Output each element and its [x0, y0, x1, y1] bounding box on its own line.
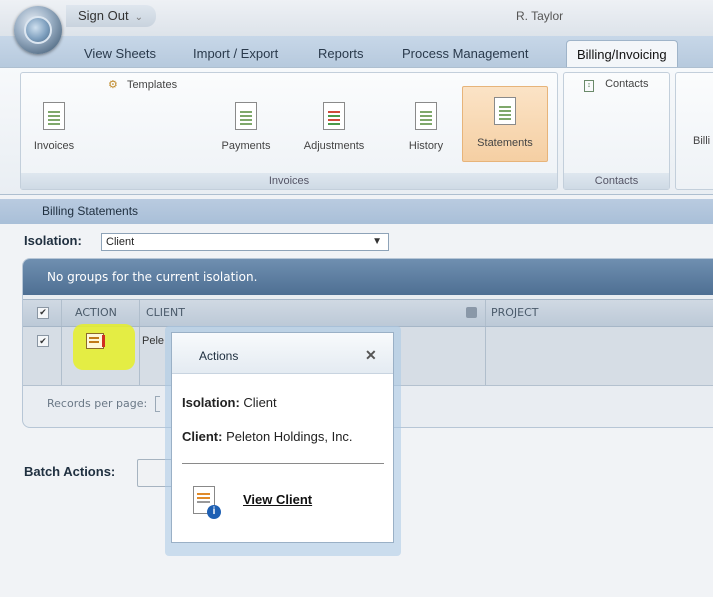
dropdown-arrow-icon: ▼ [372, 236, 382, 247]
sort-icon[interactable] [466, 307, 477, 318]
chevron-down-icon: ⌄ [134, 12, 143, 23]
popup-divider [182, 463, 384, 464]
history-button-label: History [408, 140, 444, 152]
sign-out-label: Sign Out [78, 8, 129, 23]
history-doc-icon [415, 102, 437, 130]
isolation-select[interactable]: Client ▼ [101, 233, 389, 251]
statements-button-label: Statements [477, 137, 533, 149]
close-icon[interactable]: ✕ [365, 347, 377, 364]
client-cell: Pele [142, 335, 165, 347]
invoices-group-label: Invoices [21, 173, 557, 189]
invoices-button[interactable]: Invoices [22, 98, 86, 160]
statements-button[interactable]: Statements [462, 86, 548, 162]
billing-button[interactable]: Billi [693, 135, 710, 147]
payments-button[interactable]: Payments [214, 98, 278, 160]
contacts-group-label: Contacts [564, 173, 669, 189]
popup-client-value: Peleton Holdings, Inc. [226, 429, 353, 444]
column-divider [61, 327, 62, 385]
tab-billing-invoicing[interactable]: Billing/Invoicing [566, 40, 678, 68]
column-project[interactable]: PROJECT [491, 300, 539, 326]
popup-isolation: Isolation: Client [182, 395, 277, 410]
column-headers: ✔ ACTION CLIENT PROJECT [23, 299, 713, 327]
isolation-label: Isolation: [24, 233, 82, 248]
actions-popup: Actions ✕ Isolation: Client Client: Pele… [171, 332, 394, 543]
records-per-page-select[interactable] [154, 396, 160, 412]
popup-client: Client: Peleton Holdings, Inc. [182, 429, 353, 444]
view-client-link[interactable]: View Client [243, 492, 312, 507]
actions-menu-icon[interactable] [84, 333, 106, 353]
app-menu-orb[interactable] [14, 6, 62, 54]
contacts-icon: ↕ [584, 80, 594, 92]
tab-process-management[interactable]: Process Management [402, 42, 528, 66]
app-logo-icon [24, 16, 52, 44]
column-divider [485, 300, 486, 326]
invoices-button-label: Invoices [33, 140, 75, 152]
popup-client-label: Client: [182, 429, 223, 444]
popup-isolation-value: Client [243, 395, 277, 410]
records-per-page-label: Records per page: [47, 397, 148, 410]
column-client[interactable]: CLIENT [146, 300, 185, 326]
sign-out-button[interactable]: Sign Out ⌄ [66, 5, 156, 27]
payments-doc-icon [235, 102, 257, 130]
current-user: R. Taylor [516, 9, 564, 23]
popup-titlebar: Actions ✕ [172, 333, 393, 374]
gears-icon: ⚙ [108, 79, 118, 91]
isolation-value: Client [106, 236, 135, 248]
column-divider [139, 327, 140, 385]
invoice-doc-icon [43, 102, 65, 130]
contacts-label: Contacts [605, 78, 649, 90]
select-all-checkbox[interactable]: ✔ [37, 307, 49, 319]
billing-group [675, 72, 713, 190]
popup-isolation-label: Isolation: [182, 395, 240, 410]
contacts-button[interactable]: ↕ Contacts [584, 78, 648, 92]
info-icon: i [207, 505, 221, 519]
statements-doc-icon [494, 97, 516, 125]
adjustments-button-label: Adjustments [303, 140, 365, 152]
templates-button[interactable]: ⚙ Templates [108, 78, 177, 91]
column-divider [139, 300, 140, 326]
batch-actions-label: Batch Actions: [24, 464, 116, 479]
tab-reports[interactable]: Reports [318, 42, 364, 66]
adjustments-doc-icon [323, 102, 345, 130]
section-header: Billing Statements [0, 199, 713, 224]
group-message: No groups for the current isolation. [23, 259, 713, 295]
column-divider [61, 300, 62, 326]
payments-button-label: Payments [221, 140, 271, 152]
column-divider [485, 327, 486, 385]
column-action[interactable]: ACTION [75, 300, 117, 326]
adjustments-button[interactable]: Adjustments [302, 98, 366, 160]
row-checkbox[interactable]: ✔ [37, 335, 49, 347]
tab-import-export[interactable]: Import / Export [193, 42, 278, 66]
tab-view-sheets[interactable]: View Sheets [84, 42, 156, 66]
history-button[interactable]: History [394, 98, 458, 160]
popup-title: Actions [199, 349, 239, 363]
templates-label: Templates [126, 79, 178, 91]
